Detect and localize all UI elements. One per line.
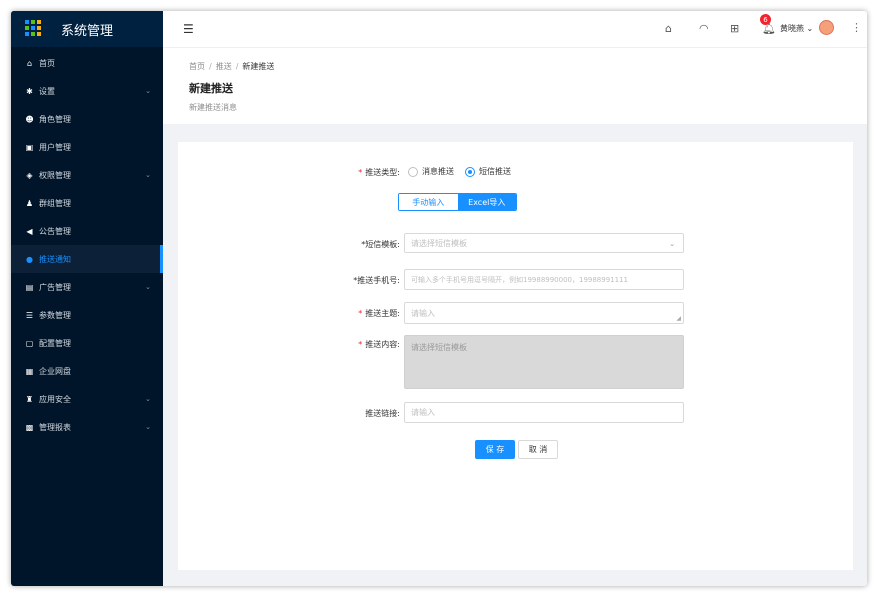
sidebar-item[interactable]: ✱ 设置 ⌄	[11, 77, 163, 105]
page-title: 新建推送	[189, 82, 233, 95]
chevron-down-icon: ⌄	[145, 283, 151, 291]
radio-message-push[interactable]	[408, 166, 418, 177]
sidebar-item-label: 配置管理	[39, 338, 71, 348]
app-grid-icon	[25, 20, 41, 36]
radio-sms-push-label[interactable]: 短信推送	[479, 166, 511, 177]
drive-icon: ▦	[25, 366, 34, 376]
username[interactable]: 黄晓燕 ⌄	[780, 23, 813, 34]
page-header: 首页 / 推送 / 新建推送 新建推送 新建推送消息	[163, 47, 867, 124]
manual-input-button[interactable]: 手动输入	[399, 194, 458, 210]
app-window: 系统管理 ⌂ 首页 ✱ 设置 ⌄ ☻ 角色管理 ▣ 用户管理 ◈ 权限管理 ⌄ ♟ 群组管理 ◀ 公告管理 ● 推…	[11, 11, 867, 586]
sidebar-item[interactable]: ▦ 企业网盘	[11, 357, 163, 385]
chevron-down-icon: ⌄	[806, 24, 814, 33]
notification-badge: 6	[760, 14, 771, 25]
sms-template-select[interactable]: 请选择短信模板 ⌄	[404, 233, 684, 253]
sidebar-item-label: 企业网盘	[39, 366, 71, 376]
sidebar-item[interactable]: ● 推送通知	[11, 245, 163, 273]
sms-template-label: *短信模板:	[361, 240, 400, 249]
phone-input[interactable]: 可输入多个手机号用逗号隔开，例如19988990000，19988991111	[404, 269, 684, 290]
link-input[interactable]: 请输入	[404, 402, 684, 423]
content-textarea: 请选择短信模板	[404, 335, 684, 389]
form-card: * 推送类型: 消息推送 短信推送 手动输入 Excel导入 *短信模板: 请选择…	[178, 142, 853, 570]
sidebar-item[interactable]: ▩ 管理报表 ⌄	[11, 413, 163, 441]
config-icon: ▢	[25, 338, 34, 348]
chevron-down-icon: ⌄	[669, 240, 675, 248]
top-header: ☰ ⌂ ◠ ⊞ 🔔︎ 6 黄晓燕 ⌄ ⋮	[163, 11, 867, 47]
save-button[interactable]: 保 存	[475, 440, 515, 459]
push-type-radio-group: 消息推送 短信推送	[408, 166, 522, 177]
security-icon: ♜	[25, 394, 34, 404]
ad-icon: ▤	[25, 282, 34, 292]
sidebar-item-label: 推送通知	[39, 254, 71, 264]
more-icon[interactable]: ⋮	[851, 21, 862, 34]
apps-icon[interactable]: ⊞	[730, 22, 739, 35]
chevron-down-icon: ⌄	[145, 423, 151, 431]
menu-toggle-icon[interactable]: ☰	[183, 22, 194, 36]
radio-sms-push[interactable]	[465, 166, 475, 177]
sidebar-item-label: 广告管理	[39, 282, 71, 292]
sidebar-menu: ⌂ 首页 ✱ 设置 ⌄ ☻ 角色管理 ▣ 用户管理 ◈ 权限管理 ⌄ ♟ 群组管理 ◀ 公告管理 ● 推送通知 ▤ 广…	[11, 49, 163, 441]
home-icon[interactable]: ⌂	[665, 22, 672, 35]
sidebar-item[interactable]: ☰ 参数管理	[11, 301, 163, 329]
app-title: 系统管理	[61, 24, 114, 39]
breadcrumb-push[interactable]: 推送	[216, 62, 232, 71]
home-icon: ⌂	[26, 58, 33, 68]
sidebar-item-label: 权限管理	[39, 170, 71, 180]
breadcrumb: 首页 / 推送 / 新建推送	[189, 62, 275, 71]
sidebar-item-label: 设置	[39, 86, 55, 96]
cancel-button[interactable]: 取 消	[518, 440, 558, 459]
user-card-icon: ▣	[25, 142, 34, 152]
resize-handle-icon[interactable]: ◢	[676, 315, 681, 322]
sidebar: 系统管理 ⌂ 首页 ✱ 设置 ⌄ ☻ 角色管理 ▣ 用户管理 ◈ 权限管理 ⌄ ♟ 群组管理 ◀ 公告管理 ● 推…	[11, 11, 163, 586]
chevron-down-icon: ⌄	[145, 395, 151, 403]
sidebar-item[interactable]: ◀ 公告管理	[11, 217, 163, 245]
sidebar-item[interactable]: ♟ 群组管理	[11, 189, 163, 217]
sidebar-item[interactable]: ▤ 广告管理 ⌄	[11, 273, 163, 301]
sidebar-item[interactable]: ♜ 应用安全 ⌄	[11, 385, 163, 413]
subject-textarea[interactable]: 请输入 ◢	[404, 302, 684, 324]
role-icon: ☻	[25, 114, 34, 124]
link-label: 推送链接:	[365, 409, 400, 418]
sidebar-item-label: 角色管理	[39, 114, 71, 124]
sidebar-item-label: 参数管理	[39, 310, 71, 320]
radio-message-push-label[interactable]: 消息推送	[422, 166, 454, 177]
sidebar-item[interactable]: ▣ 用户管理	[11, 133, 163, 161]
subject-label: * 推送主题:	[358, 309, 400, 318]
sidebar-item[interactable]: ▢ 配置管理	[11, 329, 163, 357]
breadcrumb-current: 新建推送	[242, 62, 275, 71]
sidebar-item[interactable]: ☻ 角色管理	[11, 105, 163, 133]
chevron-down-icon: ⌄	[145, 87, 151, 95]
content-label: * 推送内容:	[358, 340, 400, 349]
group-icon: ♟	[25, 198, 34, 208]
input-mode-switch: 手动输入 Excel导入	[398, 193, 517, 211]
params-icon: ☰	[25, 310, 34, 320]
breadcrumb-home[interactable]: 首页	[189, 62, 205, 71]
avatar[interactable]	[819, 20, 834, 35]
sidebar-item-label: 用户管理	[39, 142, 71, 152]
gear-icon: ✱	[26, 86, 33, 96]
sidebar-item[interactable]: ⌂ 首页	[11, 49, 163, 77]
sidebar-logo[interactable]: 系统管理	[11, 11, 163, 47]
page-subtitle: 新建推送消息	[189, 103, 237, 112]
phone-label: *推送手机号:	[353, 276, 400, 285]
sidebar-item-label: 首页	[39, 58, 55, 68]
report-icon: ▩	[25, 422, 34, 432]
headset-icon[interactable]: ◠	[699, 22, 709, 35]
sidebar-item-label: 公告管理	[39, 226, 71, 236]
megaphone-icon: ◀	[26, 226, 33, 236]
shield-icon: ◈	[26, 170, 33, 180]
excel-import-button[interactable]: Excel导入	[457, 194, 516, 210]
sidebar-item-label: 管理报表	[39, 422, 71, 432]
sidebar-item-label: 群组管理	[39, 198, 71, 208]
sidebar-item-label: 应用安全	[39, 394, 71, 404]
push-type-label: * 推送类型:	[358, 168, 400, 177]
sidebar-item[interactable]: ◈ 权限管理 ⌄	[11, 161, 163, 189]
chevron-down-icon: ⌄	[145, 171, 151, 179]
bell-icon: ●	[26, 254, 33, 264]
